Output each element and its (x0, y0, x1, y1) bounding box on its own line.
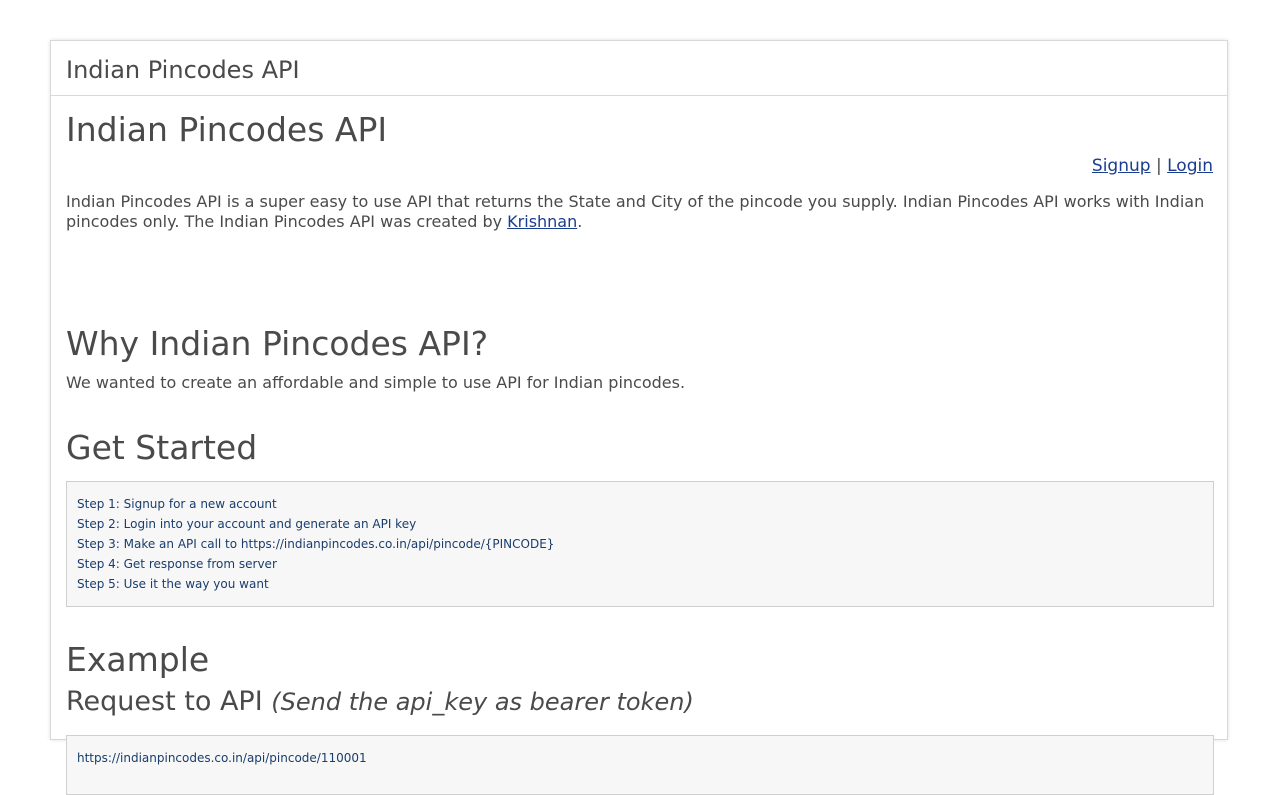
request-heading: Request to API (Send the api_key as bear… (66, 686, 694, 717)
page-title: Indian Pincodes API (66, 110, 388, 149)
auth-links: Signup | Login (1092, 156, 1213, 176)
request-note: (Send the api_key as bearer token) (271, 688, 694, 716)
example-heading: Example (66, 640, 210, 679)
auth-separator: | (1155, 156, 1162, 176)
intro-period: . (577, 212, 583, 231)
request-code-block: https://indianpincodes.co.in/api/pincode… (66, 735, 1214, 795)
request-url: https://indianpincodes.co.in/api/pincode… (77, 751, 367, 765)
step-item: Step 4: Get response from server (77, 557, 277, 571)
card-header: Indian Pincodes API (51, 41, 1227, 96)
intro-text: Indian Pincodes API is a super easy to u… (66, 192, 1205, 231)
main-card: Indian Pincodes API Indian Pincodes API … (50, 40, 1228, 795)
signup-link[interactable]: Signup (1092, 156, 1151, 176)
login-link[interactable]: Login (1167, 156, 1213, 176)
header-title: Indian Pincodes API (66, 56, 300, 84)
step-item: Step 1: Signup for a new account (77, 497, 277, 511)
why-text: We wanted to create an affordable and si… (66, 373, 686, 392)
why-heading: Why Indian Pincodes API? (66, 324, 489, 363)
step-item: Step 2: Login into your account and gene… (77, 517, 417, 531)
intro-paragraph: Indian Pincodes API is a super easy to u… (66, 192, 1206, 232)
author-link[interactable]: Krishnan (507, 212, 577, 231)
steps-code-block: Step 1: Signup for a new account Step 2:… (66, 481, 1214, 607)
get-started-heading: Get Started (66, 428, 258, 467)
step-item: Step 3: Make an API call to https://indi… (77, 537, 555, 551)
request-heading-text: Request to API (66, 686, 263, 717)
step-item: Step 5: Use it the way you want (77, 577, 269, 591)
